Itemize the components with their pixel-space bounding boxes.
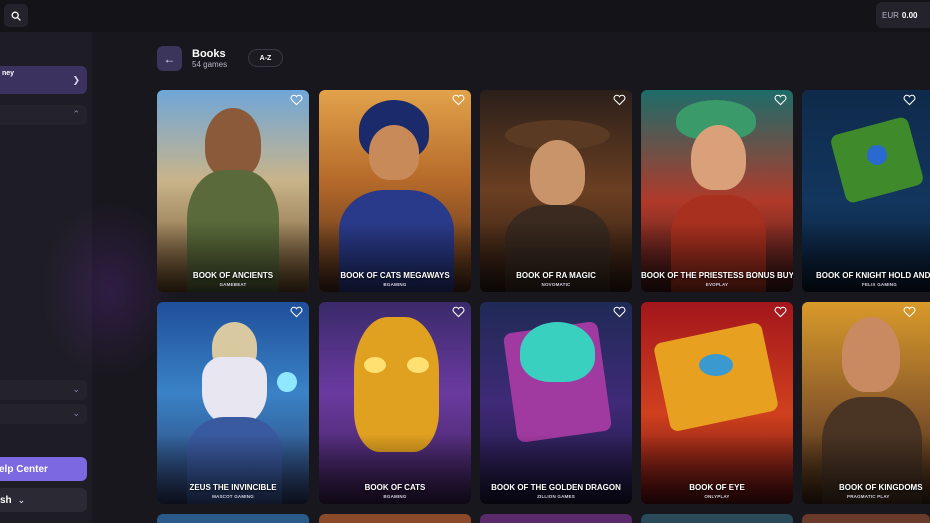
game-card-partial[interactable] (319, 514, 471, 523)
game-card-partial[interactable] (157, 514, 309, 523)
game-card[interactable]: BOOK OF THE PRIESTESS BONUS BUY EVOPLAY (641, 90, 793, 292)
games-count: 54 games (192, 60, 228, 69)
game-provider: MASCOT GAMING (212, 494, 254, 499)
app-root: EUR 0.00 ney ❯ ⌃ ⌄ ⌄ elp Center sh ⌄ ← B… (0, 0, 930, 523)
balance-amount: 0.00 (901, 10, 918, 20)
heart-icon[interactable] (290, 306, 303, 318)
game-name: BOOK OF KNIGHT HOLD AND W (816, 271, 930, 280)
sidebar-section-collapsed[interactable]: ⌄ (0, 404, 87, 424)
back-button[interactable]: ← (157, 46, 182, 71)
game-card[interactable]: BOOK OF KNIGHT HOLD AND W FELIX GAMING (802, 90, 930, 292)
game-provider: NOVOMATIC (541, 282, 571, 287)
sidebar-item-label: ney (2, 70, 15, 77)
game-card[interactable]: BOOK OF ANCIENTS GAMEBEAT (157, 90, 309, 292)
heart-icon[interactable] (903, 306, 916, 318)
sidebar-section-collapsed[interactable]: ⌄ (0, 380, 87, 400)
sort-button[interactable]: A-Z (248, 49, 283, 67)
game-name: BOOK OF KINGDOMS (839, 483, 923, 492)
heart-icon[interactable] (903, 94, 916, 106)
chevron-down-icon: ⌄ (72, 408, 80, 418)
game-card-partial[interactable] (802, 514, 930, 523)
page-title: Books (192, 48, 226, 60)
language-label: sh (0, 494, 12, 506)
game-card[interactable]: BOOK OF CATS BGAMING (319, 302, 471, 504)
heart-icon[interactable] (290, 94, 303, 106)
game-card-partial[interactable] (641, 514, 793, 523)
game-card[interactable]: BOOK OF KINGDOMS PRAGMATIC PLAY (802, 302, 930, 504)
game-name: ZEUS THE INVINCIBLE (189, 483, 277, 492)
help-center-label: elp Center (0, 463, 48, 475)
help-center-button[interactable]: elp Center (0, 457, 87, 481)
search-icon (11, 11, 21, 21)
game-card[interactable]: BOOK OF RA MAGIC NOVOMATIC (480, 90, 632, 292)
game-card[interactable]: ZEUS THE INVINCIBLE MASCOT GAMING (157, 302, 309, 504)
sidebar-item-active[interactable]: ney ❯ (0, 66, 87, 94)
game-name: BOOK OF EYE (689, 483, 745, 492)
arrow-left-icon: ← (163, 51, 176, 66)
balance-currency: EUR (882, 10, 899, 20)
heart-icon[interactable] (452, 94, 465, 106)
game-name: BOOK OF RA MAGIC (516, 271, 596, 280)
game-provider: PRAGMATIC PLAY (847, 494, 890, 499)
game-provider: ONLYPLAY (704, 494, 730, 499)
heart-icon[interactable] (774, 94, 787, 106)
heart-icon[interactable] (613, 306, 626, 318)
chevron-down-icon: ⌄ (72, 384, 80, 394)
game-name: BOOK OF ANCIENTS (192, 271, 274, 280)
language-selector[interactable]: sh ⌄ (0, 488, 87, 512)
sidebar-section-expanded[interactable]: ⌃ (0, 105, 87, 125)
game-card[interactable]: BOOK OF EYE ONLYPLAY (641, 302, 793, 504)
game-name: BOOK OF THE PRIESTESS BONUS BUY (641, 271, 793, 280)
game-name: BOOK OF CATS MEGAWAYS (340, 271, 450, 280)
game-card[interactable]: BOOK OF THE GOLDEN DRAGON ZILLION GAMES (480, 302, 632, 504)
game-provider: EVOPLAY (705, 282, 729, 287)
search-button[interactable] (4, 4, 28, 27)
chevron-right-icon: ❯ (72, 75, 80, 85)
game-provider: ZILLION GAMES (537, 494, 575, 499)
game-name: BOOK OF THE GOLDEN DRAGON (491, 483, 621, 492)
game-name: BOOK OF CATS (364, 483, 426, 492)
heart-icon[interactable] (452, 306, 465, 318)
balance-display[interactable]: EUR 0.00 (876, 2, 930, 28)
game-provider: GAMEBEAT (219, 282, 247, 287)
game-provider: BGAMING (383, 494, 407, 499)
game-provider: FELIX GAMING (862, 282, 897, 287)
game-card-partial[interactable] (480, 514, 632, 523)
chevron-up-icon: ⌃ (72, 109, 80, 119)
game-provider: BGAMING (383, 282, 407, 287)
top-bar: EUR 0.00 (0, 0, 930, 32)
heart-icon[interactable] (774, 306, 787, 318)
heart-icon[interactable] (613, 94, 626, 106)
chevron-down-icon: ⌄ (17, 494, 26, 505)
game-card[interactable]: BOOK OF CATS MEGAWAYS BGAMING (319, 90, 471, 292)
